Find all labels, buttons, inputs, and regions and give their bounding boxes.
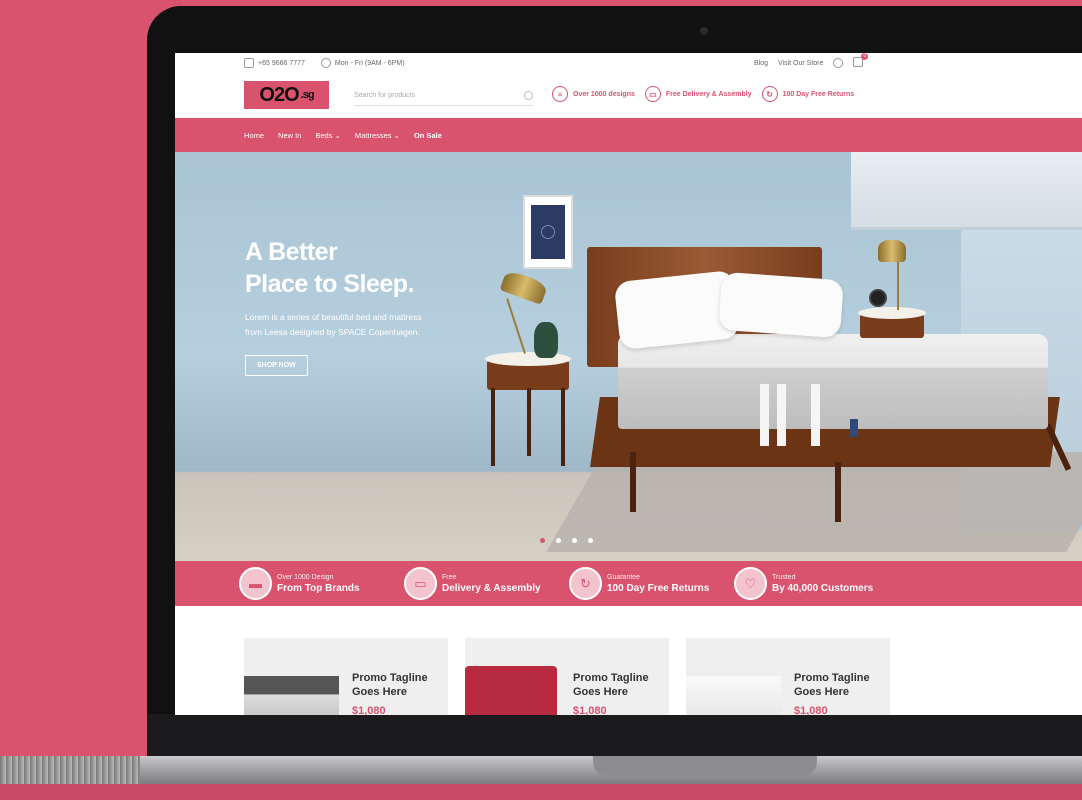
header-feature-designs: ≡ Over 1000 designs — [552, 86, 635, 102]
mattress-thumbnail — [686, 676, 781, 715]
lamp-pole — [506, 298, 526, 354]
user-icon[interactable] — [833, 58, 844, 68]
phone-number: +65 9666 7777 — [258, 59, 305, 67]
laptop-bezel — [147, 714, 1082, 758]
promo-tagline: Promo Tagline — [573, 672, 649, 684]
laptop-base-edge — [0, 756, 140, 784]
hero-banner: A Better Place to Sleep. Lorem is a seri… — [175, 152, 1082, 561]
blog-link[interactable]: Blog — [754, 60, 768, 67]
main-nav: Home New In Beds ⌄ Mattresses ⌄ On Sale — [175, 118, 1082, 152]
slider-dot[interactable] — [540, 538, 545, 543]
mattress-stripe — [777, 384, 786, 446]
cart-count: 0 — [861, 53, 869, 60]
slider-dot[interactable] — [556, 538, 561, 543]
list-icon: ≡ — [552, 86, 568, 102]
cushion-thumbnail — [465, 666, 557, 715]
laptop-notch — [593, 756, 817, 776]
lamp-shade — [878, 240, 906, 262]
hero-text: A Better Place to Sleep. Lorem is a seri… — [245, 236, 475, 376]
strip-feature: ▭ Free Delivery & Assembly — [404, 567, 569, 600]
heart-icon: ♡ — [734, 567, 767, 600]
search-bar[interactable]: Search for products — [354, 86, 533, 106]
mattress-stripe — [760, 384, 769, 446]
site-logo[interactable]: O2O .sg — [244, 81, 329, 109]
promo-card[interactable]: Promo Tagline Goes Here $1,080 — [465, 638, 669, 715]
bed-leg — [630, 452, 636, 512]
nav-home[interactable]: Home — [244, 131, 264, 140]
return-icon: ↻ — [761, 86, 778, 102]
top-bar: +65 9666 7777 Mon - Fri (9AM - 6PM) Blog… — [175, 53, 1082, 73]
shop-now-button[interactable]: SHOP NOW — [245, 355, 308, 376]
opening-hours: Mon - Fri (9AM - 6PM) — [334, 59, 405, 67]
promo-card[interactable]: Promo Tagline Goes Here $1,080 — [686, 638, 890, 715]
header-feature-delivery: ▭ Free Delivery & Assembly — [644, 86, 752, 102]
search-input[interactable]: Search for products — [354, 92, 415, 99]
slider-dot[interactable] — [588, 538, 593, 543]
pillow — [718, 271, 844, 339]
bed-leg — [835, 462, 841, 522]
slider-dots — [540, 538, 593, 543]
laptop-base — [0, 756, 1082, 784]
chevron-down-icon: ⌄ — [334, 130, 341, 140]
refresh-icon: ↻ — [569, 567, 602, 600]
laptop-camera — [700, 27, 708, 35]
promo-row: Promo Tagline Goes Here $1,080 Promo Tagl… — [244, 638, 890, 715]
mattress-image — [618, 334, 1048, 429]
nav-new-in[interactable]: New In — [278, 131, 301, 140]
feature-strip: ▬ Over 1000 Design From Top Brands ▭ Free… — [175, 561, 1082, 606]
search-icon[interactable] — [524, 91, 533, 100]
clock-icon — [320, 58, 331, 68]
slider-dot[interactable] — [572, 538, 577, 543]
strip-feature: ▬ Over 1000 Design From Top Brands — [239, 567, 404, 600]
mattress-stripe — [811, 384, 820, 446]
nightstand-leg — [491, 388, 495, 466]
cart-button[interactable]: 0 — [853, 53, 869, 69]
rug-image — [546, 452, 1082, 552]
website-screen: +65 9666 7777 Mon - Fri (9AM - 6PM) Blog… — [175, 53, 1082, 715]
header-feature-returns: ↻ 100 Day Free Returns — [761, 86, 854, 102]
hero-window — [851, 152, 1082, 230]
promo-price: $1,080 — [573, 705, 607, 715]
hero-title: A Better Place to Sleep. — [245, 238, 414, 298]
promo-tagline: Promo Tagline — [352, 672, 428, 684]
promo-price: $1,080 — [794, 705, 828, 715]
nightstand-leg — [561, 388, 565, 466]
vase — [534, 322, 558, 358]
nightstand-top — [858, 307, 926, 319]
lamp-pole — [897, 260, 899, 310]
bed-icon: ▬ — [239, 567, 272, 600]
laptop-shadow — [0, 784, 1082, 800]
phone-icon — [244, 58, 254, 68]
nightstand-leg — [527, 388, 531, 456]
chevron-down-icon: ⌄ — [393, 130, 400, 140]
hero-subtitle: Lorem is a series of beautiful bed and m… — [245, 312, 422, 337]
strip-feature: ♡ Trusted By 40,000 Customers — [734, 567, 899, 600]
truck-icon: ▭ — [404, 567, 437, 600]
phone-info[interactable]: +65 9666 7777 — [244, 58, 305, 68]
nav-on-sale[interactable]: On Sale — [414, 131, 442, 140]
nav-beds[interactable]: Beds ⌄ — [315, 131, 341, 140]
header: O2O .sg Search for products ≡ Over 1000 de… — [175, 73, 1082, 118]
bed-thumbnail — [244, 676, 339, 715]
promo-card[interactable]: Promo Tagline Goes Here $1,080 — [244, 638, 448, 715]
truck-icon: ▭ — [644, 86, 661, 102]
visit-store-link[interactable]: Visit Our Store — [778, 60, 823, 67]
alarm-clock — [869, 289, 887, 307]
wall-art — [523, 195, 573, 269]
promo-tagline: Promo Tagline — [794, 672, 870, 684]
strip-feature: ↻ Guarantee 100 Day Free Returns — [569, 567, 734, 600]
mattress-label — [850, 419, 858, 437]
promo-price: $1,080 — [352, 705, 386, 715]
nav-mattresses[interactable]: Mattresses ⌄ — [355, 131, 400, 140]
hours-info: Mon - Fri (9AM - 6PM) — [320, 58, 405, 68]
nightstand-top — [485, 352, 571, 366]
